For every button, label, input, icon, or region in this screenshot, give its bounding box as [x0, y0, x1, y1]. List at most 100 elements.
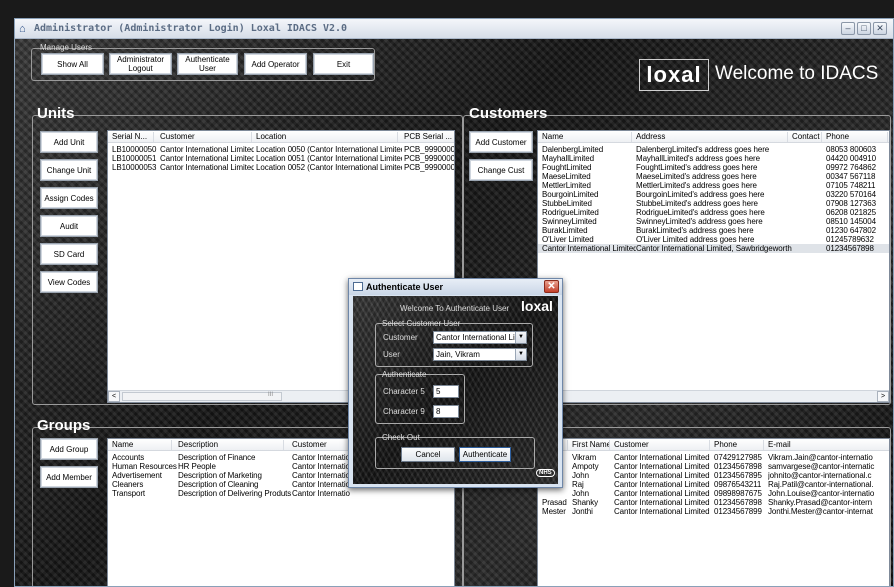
- column-header[interactable]: Contact: [792, 132, 822, 142]
- table-row[interactable]: Vikram Cantor International Limited 074291…: [538, 453, 889, 462]
- column-header[interactable]: Serial N...: [112, 132, 154, 142]
- cell: BurakLimited: [542, 226, 588, 235]
- column-header[interactable]: Name: [542, 132, 632, 142]
- column-header[interactable]: Description: [178, 440, 284, 450]
- table-row[interactable]: LB10000050 Cantor International Limited …: [108, 145, 454, 154]
- column-header[interactable]: Name: [112, 440, 172, 450]
- column-header[interactable]: Customer: [614, 440, 710, 450]
- assign-codes-button[interactable]: Assign Codes: [40, 187, 98, 209]
- audit-button[interactable]: Audit: [40, 215, 98, 237]
- table-row[interactable]: DalenbergLimited DalenbergLimited's addre…: [538, 145, 889, 154]
- column-header[interactable]: Phone: [714, 440, 764, 450]
- cell: LB10000051: [112, 154, 157, 163]
- scroll-grip: III: [268, 392, 274, 398]
- table-row[interactable]: BurakLimited BurakLimited's address goes …: [538, 226, 889, 235]
- select-customer-user-legend: Select Customer User: [382, 319, 461, 328]
- table-row[interactable]: Mester Jonthi Cantor International Limited…: [538, 507, 889, 516]
- table-row[interactable]: MaeseLimited MaeseLimited's address goes …: [538, 172, 889, 181]
- scroll-left-arrow-icon[interactable]: <: [108, 391, 120, 402]
- cell: John: [572, 489, 589, 498]
- administrator-logout-button[interactable]: Administrator Logout: [109, 53, 172, 75]
- table-row[interactable]: Raj Cantor International Limited 098765432…: [538, 480, 889, 489]
- table-row[interactable]: John Cantor International Limited 09898987…: [538, 489, 889, 498]
- authenticate-user-button[interactable]: Authenticate User: [177, 53, 238, 75]
- column-header[interactable]: Address: [636, 132, 788, 142]
- customers-horizontal-scrollbar[interactable]: >: [538, 390, 889, 402]
- exit-button[interactable]: Exit: [313, 53, 374, 75]
- column-header[interactable]: Phone: [826, 132, 888, 142]
- table-row[interactable]: eAmpotyCantor International Limited01234…: [538, 462, 889, 471]
- show-all-button[interactable]: Show All: [41, 53, 104, 75]
- column-header[interactable]: First Name: [572, 440, 610, 450]
- dialog-close-button[interactable]: ✕: [544, 280, 559, 293]
- change-unit-button[interactable]: Change Unit: [40, 159, 98, 181]
- dialog-heading: Welcome To Authenticate User: [400, 304, 510, 313]
- column-header[interactable]: PCB Serial ...: [404, 132, 454, 142]
- table-row[interactable]: Transport Description of Delivering Produ…: [108, 489, 454, 498]
- cell: Jonthi.Mester@cantor-internat: [768, 507, 873, 516]
- scroll-right-arrow-icon[interactable]: >: [877, 391, 889, 402]
- cell: 03220 570164: [826, 190, 876, 199]
- cancel-button[interactable]: Cancel: [401, 447, 455, 462]
- table-row[interactable]: O'Liver Limited O'Liver Limited address g…: [538, 235, 889, 244]
- column-header[interactable]: Location: [256, 132, 398, 142]
- cell: Cantor International Limited: [614, 471, 710, 480]
- cell: 07105 748211: [826, 181, 876, 190]
- cell: SwinneyLimited's address goes here: [636, 217, 763, 226]
- scroll-thumb[interactable]: [122, 392, 282, 401]
- user-combobox[interactable]: Jain, Vikram ▼: [433, 348, 527, 361]
- chevron-down-icon[interactable]: ▼: [515, 349, 526, 360]
- cell: BourgoinLimited: [542, 190, 599, 199]
- cell: Mester: [542, 507, 566, 516]
- minimize-button[interactable]: –: [841, 22, 855, 35]
- title-bar: ⌂ Administrator (Administrator Login) Lo…: [15, 19, 893, 39]
- check-out-group: Check Out: [375, 433, 535, 469]
- add-customer-button[interactable]: Add Customer: [469, 131, 533, 153]
- close-button[interactable]: ✕: [873, 22, 887, 35]
- table-row[interactable]: MettlerLimited MettlerLimited's address g…: [538, 181, 889, 190]
- cell: MettlerLimited: [542, 181, 591, 190]
- cell: Raj: [572, 480, 584, 489]
- units-title: Units: [37, 105, 75, 122]
- table-row[interactable]: RodrigueLimited RodrigueLimited's address…: [538, 208, 889, 217]
- column-header[interactable]: E-mail: [768, 440, 889, 450]
- cell: Vikram.Jain@cantor-internatio: [768, 453, 873, 462]
- sd-card-button[interactable]: SD Card: [40, 243, 98, 265]
- table-row[interactable]: FoughtLimited FoughtLimited's address goe…: [538, 163, 889, 172]
- add-member-button[interactable]: Add Member: [40, 466, 98, 488]
- change-customer-button[interactable]: Change Cust: [469, 159, 533, 181]
- cell: PCB_9990000: [404, 145, 455, 154]
- table-row[interactable]: John Cantor International Limited 01234567…: [538, 471, 889, 480]
- cell: Ampoty: [572, 462, 599, 471]
- members-list[interactable]: ame First Name Customer Phone E-mail Vik…: [537, 438, 890, 586]
- table-row[interactable]: LB10000051 Cantor International Limited …: [108, 154, 454, 163]
- character-5-input[interactable]: 5: [433, 385, 459, 398]
- cell: Location 0052 (Cantor International Limi…: [256, 163, 402, 172]
- cell: LB10000050: [112, 145, 157, 154]
- add-operator-button[interactable]: Add Operator: [244, 53, 307, 75]
- cell: HR People: [178, 462, 216, 471]
- chevron-down-icon[interactable]: ▼: [515, 332, 526, 343]
- cell: Cantor International Limited: [542, 244, 636, 253]
- table-row[interactable]: LB10000053 Cantor International Limited …: [108, 163, 454, 172]
- customer-combobox[interactable]: Cantor International Limit ▼: [433, 331, 527, 344]
- add-unit-button[interactable]: Add Unit: [40, 131, 98, 153]
- column-header[interactable]: Customer: [160, 132, 252, 142]
- maximize-button[interactable]: □: [857, 22, 871, 35]
- cell: BourgoinLimited's address goes here: [636, 190, 765, 199]
- table-row[interactable]: MayhallLimited MayhallLimited's address g…: [538, 154, 889, 163]
- character-9-input[interactable]: 8: [433, 405, 459, 418]
- authenticate-button[interactable]: Authenticate: [459, 447, 511, 462]
- table-row[interactable]: Prasad Shanky Cantor International Limited…: [538, 498, 889, 507]
- table-row[interactable]: StubbeLimited StubbeLimited's address goe…: [538, 199, 889, 208]
- cell: 09972 764862: [826, 163, 876, 172]
- customers-list[interactable]: Name Address Contact Phone DalenbergLimi…: [537, 130, 890, 403]
- units-list-header: Serial N... Customer Location PCB Serial…: [108, 131, 454, 143]
- cell: John: [572, 471, 589, 480]
- cell: Description of Cleaning: [178, 480, 259, 489]
- table-row[interactable]: Cantor International Limited Cantor Inter…: [538, 244, 889, 253]
- add-group-button[interactable]: Add Group: [40, 438, 98, 460]
- view-codes-button[interactable]: View Codes: [40, 271, 98, 293]
- table-row[interactable]: SwinneyLimited SwinneyLimited's address g…: [538, 217, 889, 226]
- table-row[interactable]: BourgoinLimited BourgoinLimited's address…: [538, 190, 889, 199]
